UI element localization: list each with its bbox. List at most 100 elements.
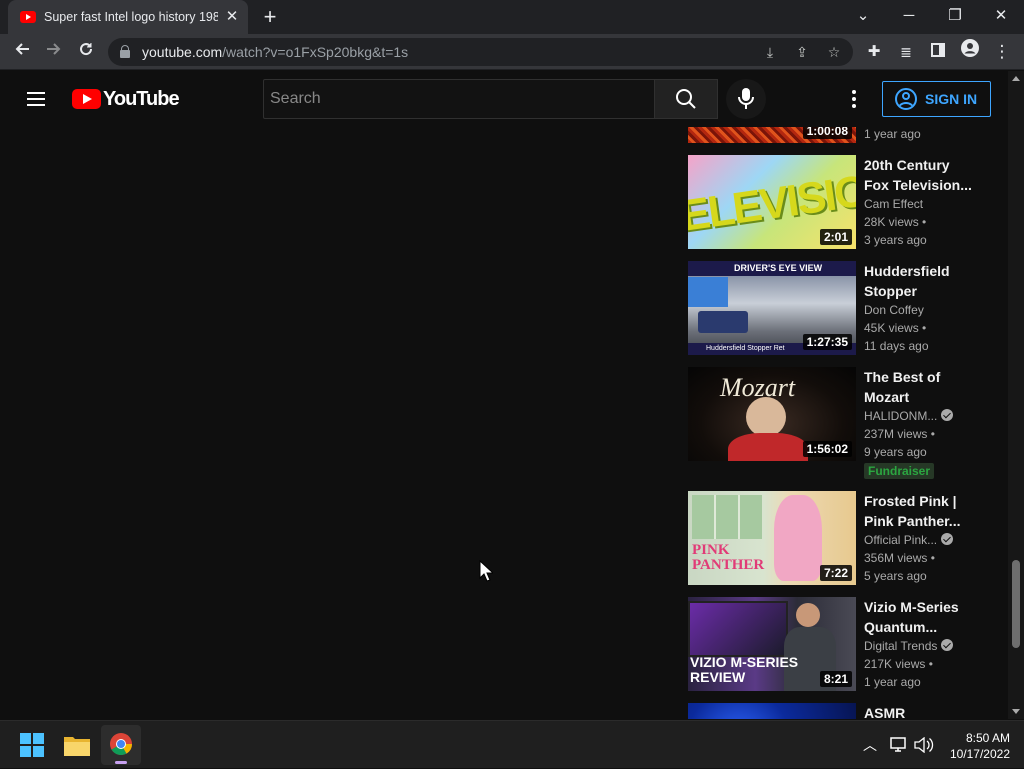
bookmark-star-icon[interactable]: ☆ [824,42,844,62]
channel-row[interactable]: Official Pink... [864,531,974,549]
views-text: 237M views [864,427,928,441]
new-tab-button[interactable]: + [258,5,282,29]
video-thumbnail[interactable]: DRIVER'S EYE VIEW Huddersfield Stopper R… [688,261,856,355]
channel-name[interactable]: Don Coffey [864,301,974,319]
forward-button[interactable] [40,38,68,66]
video-title[interactable]: ASMR [864,703,974,719]
file-explorer-button[interactable] [57,725,97,765]
channel-name[interactable]: Digital Trends [864,639,937,653]
restore-button[interactable]: ❐ [932,0,978,34]
search-icon [676,89,696,109]
channel-row[interactable]: HALIDONM... [864,407,974,425]
video-info: ASMR [864,703,974,719]
view-count: 45K views • [864,321,927,335]
video-duration: 1:27:35 [802,334,852,350]
video-age: 1 year ago [864,675,921,689]
youtube-wordmark: YouTube [103,87,180,110]
start-button[interactable] [12,725,52,765]
side-panel-icon[interactable] [924,38,952,66]
side-panel-glyph [931,43,945,57]
lock-icon [120,45,130,58]
scrollbar-thumb[interactable] [1012,560,1020,648]
channel-name[interactable]: Official Pink... [864,533,937,547]
video-thumbnail[interactable]: Mozart 1:56:02 [688,367,856,461]
install-app-icon[interactable]: ⤓ [760,42,780,62]
guide-menu-icon[interactable] [24,87,48,111]
tab-search-chevron-icon[interactable]: ⌄ [840,0,886,34]
views-text: 356M views [864,551,928,565]
volume-icon[interactable] [912,721,934,769]
views-text: 45K views [864,321,919,335]
back-button[interactable] [8,38,36,66]
extensions-puzzle-icon[interactable]: ✚ [860,38,888,66]
verified-check-icon [941,639,954,651]
video-title[interactable]: The Best of Mozart [864,367,974,407]
youtube-header: YouTube SIGN IN [0,71,1008,127]
network-monitor-glyph [890,737,906,752]
video-age: 1 year ago [864,127,921,141]
verified-check-icon [941,533,954,545]
search-button[interactable] [655,79,718,119]
url-text: youtube.com/watch?v=o1FxSp20bkg&t=1s [142,44,408,60]
settings-more-icon[interactable] [842,87,866,111]
active-app-indicator [115,761,127,764]
video-info: Huddersfield Stopper Don Coffey 45K view… [864,261,974,355]
browser-tab[interactable]: Super fast Intel logo history 1981 ✕ [8,0,248,34]
media-controls-icon[interactable]: ≣ [892,38,920,66]
voice-search-button[interactable] [726,79,766,119]
clock-date: 10/17/2022 [949,747,1010,761]
channel-row[interactable]: Digital Trends [864,637,974,655]
video-title[interactable]: Huddersfield Stopper [864,261,974,301]
pink-panther-shape [774,495,822,581]
thumbnail-background-shape [692,495,762,539]
share-icon[interactable]: ⇪ [792,42,812,62]
chrome-menu-icon[interactable]: ⋮ [988,38,1016,66]
thumbnail-text: VIZIO M-SERIES REVIEW [690,654,799,685]
windows-taskbar: ︿ 8:50 AM 10/17/2022 [0,720,1024,768]
view-count: 237M views • [864,427,935,441]
video-thumbnail[interactable]: ELEVISION 2:01 [688,155,856,249]
video-thumbnail[interactable]: VIZIO M-SERIES REVIEW 8:21 [688,597,856,691]
video-title[interactable]: Vizio M-Series Quantum... [864,597,974,637]
views-text: 28K views [864,215,919,229]
profile-avatar-icon[interactable] [956,38,984,66]
video-title[interactable]: Frosted Pink | Pink Panther... [864,491,974,531]
forward-arrow-icon [47,43,61,55]
minimize-button[interactable]: ─ [886,0,932,34]
network-icon[interactable] [888,721,910,769]
watch-page-content: 1:00:08 1 year ago ELEVISION 2:01 20th C… [0,127,1008,719]
close-tab-icon[interactable]: ✕ [224,9,240,25]
tab-title: Super fast Intel logo history 1981 [44,10,218,24]
presenter-head-shape [796,603,820,627]
view-count: 356M views • [864,551,935,565]
account-circle-icon [895,88,917,110]
back-arrow-icon [15,43,29,55]
scroll-up-arrow-icon[interactable] [1012,76,1020,81]
sign-in-button[interactable]: SIGN IN [882,81,991,117]
video-duration: 8:21 [819,671,852,687]
address-bar[interactable]: youtube.com/watch?v=o1FxSp20bkg&t=1s ⤓ ⇪… [108,38,853,66]
search-box[interactable] [263,79,655,119]
page-scrollbar[interactable] [1008,71,1024,719]
video-info: 1 year ago [864,127,974,143]
speaker-glyph [914,737,934,753]
search-input[interactable] [264,80,654,118]
chrome-taskbar-button[interactable] [101,725,141,765]
browser-toolbar: youtube.com/watch?v=o1FxSp20bkg&t=1s ⤓ ⇪… [0,34,1024,70]
close-window-button[interactable]: ✕ [978,0,1024,34]
video-thumbnail[interactable]: 1:00:08 [688,127,856,143]
system-clock[interactable]: 8:50 AM 10/17/2022 [940,730,1010,762]
url-host: youtube.com [142,44,223,60]
scroll-down-arrow-icon[interactable] [1012,709,1020,714]
channel-name[interactable]: Cam Effect [864,195,974,213]
reload-icon [80,43,93,56]
show-hidden-icons-chevron[interactable]: ︿ [860,721,880,769]
reload-button[interactable] [72,38,100,66]
views-text: 217K views [864,657,926,671]
video-thumbnail[interactable] [688,703,856,719]
channel-name[interactable]: HALIDONM... [864,409,937,423]
verified-check-icon [941,409,954,421]
youtube-logo[interactable]: YouTube [72,88,182,110]
video-title[interactable]: 20th Century Fox Television... [864,155,974,195]
video-thumbnail[interactable]: PINK PANTHER 7:22 [688,491,856,585]
